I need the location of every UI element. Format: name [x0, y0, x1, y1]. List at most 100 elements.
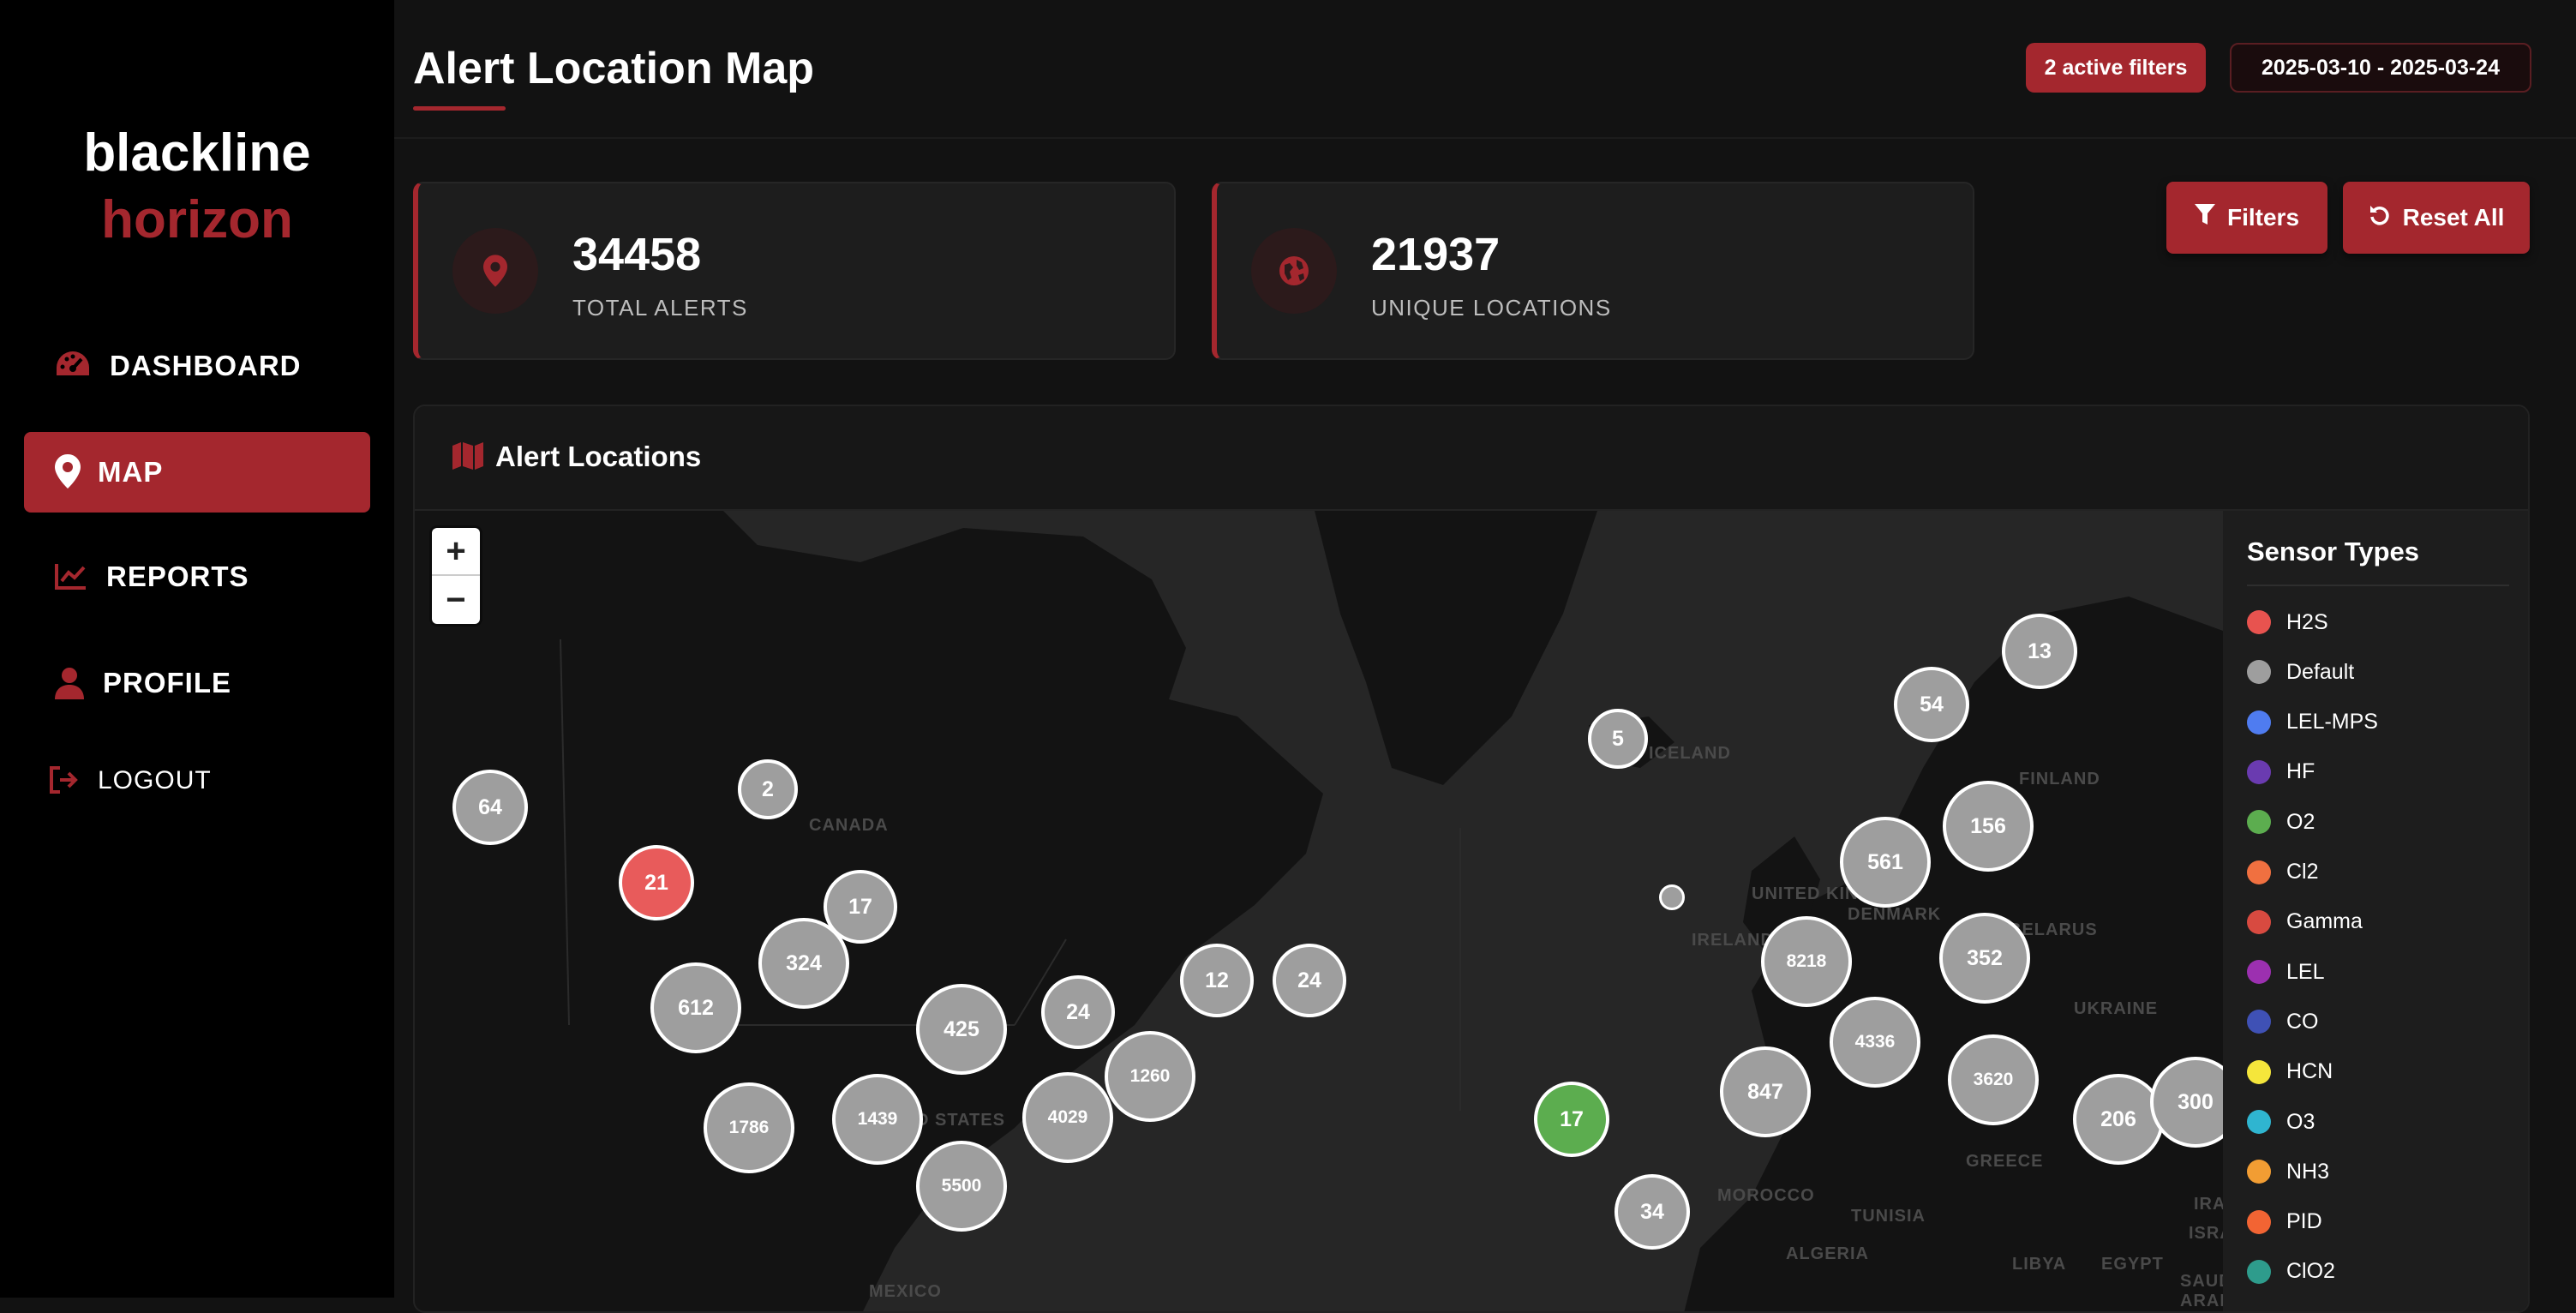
map-cluster-marker[interactable]: 12	[1180, 944, 1254, 1017]
nav-map[interactable]: MAP	[24, 432, 370, 513]
zoom-out-button[interactable]: −	[432, 576, 480, 624]
globe-icon	[1251, 228, 1337, 314]
legend-color-dot	[2247, 810, 2271, 835]
legend-color-dot	[2247, 909, 2271, 934]
map-cluster-marker[interactable]: 2	[738, 759, 798, 819]
map-cluster-marker[interactable]: 24	[1041, 975, 1115, 1049]
zoom-in-button[interactable]: +	[432, 528, 480, 576]
map-cluster-marker[interactable]: 847	[1720, 1046, 1811, 1137]
alert-map[interactable]: + − CANADA UNITED STATES MEXICO DENMARK UNIT…	[415, 511, 2223, 1311]
legend-item-label: LEL	[2286, 959, 2325, 984]
map-cluster-marker[interactable]: 425	[916, 984, 1007, 1075]
map-cluster-marker[interactable]: 54	[1894, 667, 1969, 742]
map-cluster-marker[interactable]: 1439	[832, 1074, 923, 1165]
legend-item: HCN	[2247, 1055, 2333, 1089]
map-cluster-marker[interactable]: 3620	[1948, 1034, 2039, 1125]
map-cluster-marker[interactable]: 1260	[1105, 1031, 1195, 1122]
legend-item-label: NH3	[2286, 1159, 2330, 1184]
map-country-label: SAUDI ARABIA	[2180, 1272, 2223, 1310]
map-point-marker[interactable]	[1659, 884, 1685, 910]
header-divider	[394, 137, 2576, 139]
sensor-types-legend: Sensor Types H2S Default LEL-MPS HF O2 Cl2 Gam…	[2223, 511, 2528, 1311]
map-cluster-marker[interactable]: 5500	[916, 1141, 1007, 1232]
map-country-label: DENMARK	[1848, 905, 1942, 924]
nav-profile[interactable]: PROFILE	[24, 643, 370, 723]
reset-all-button[interactable]: Reset All	[2343, 182, 2530, 254]
sidebar: blackline horizon DASHBOARD MAP REPORTS …	[0, 0, 394, 1298]
map-country-label: TUNISIA	[1851, 1207, 1926, 1226]
map-cluster-marker[interactable]: 8218	[1761, 916, 1852, 1007]
map-cluster-marker[interactable]: 4336	[1830, 997, 1920, 1088]
map-country-label: LIBYA	[2012, 1255, 2067, 1274]
legend-item-label: Default	[2286, 659, 2355, 684]
map-country-label: IRAQ	[2194, 1195, 2223, 1214]
map-country-label: GREECE	[1966, 1152, 2044, 1171]
legend-color-dot	[2247, 759, 2271, 784]
nav-reports-label: REPORTS	[106, 561, 249, 592]
nav-dashboard-label: DASHBOARD	[110, 350, 302, 381]
map-cluster-marker[interactable]: 1786	[704, 1082, 794, 1173]
line-chart-icon	[55, 562, 87, 590]
legend-color-dot	[2247, 610, 2271, 634]
legend-color-dot	[2247, 1059, 2271, 1084]
map-country-label: ICELAND	[1649, 744, 1731, 763]
map-cluster-marker[interactable]: 156	[1943, 781, 2034, 872]
folded-map-icon	[452, 442, 483, 474]
nav-reports[interactable]: REPORTS	[24, 537, 370, 617]
map-cluster-marker[interactable]: 206	[2073, 1074, 2164, 1165]
date-range-badge[interactable]: 2025-03-10 - 2025-03-24	[2230, 43, 2531, 93]
panel-header: Alert Locations	[415, 406, 2528, 511]
legend-color-dot	[2247, 1209, 2271, 1234]
filters-button-label: Filters	[2226, 204, 2300, 231]
map-cluster-marker[interactable]: 4029	[1022, 1072, 1113, 1163]
map-country-label: EGYPT	[2101, 1255, 2164, 1274]
filters-button[interactable]: Filters	[2166, 182, 2327, 254]
map-country-label: MOROCCO	[1717, 1186, 1815, 1205]
nav-map-label: MAP	[98, 456, 164, 488]
unique-locations-card: 21937 UNIQUE LOCATIONS	[1212, 182, 1974, 360]
map-country-label: CANADA	[809, 816, 889, 835]
legend-item-label: Cl2	[2286, 860, 2319, 884]
map-cluster-marker[interactable]: 24	[1273, 944, 1346, 1017]
map-country-label: ALGERIA	[1786, 1244, 1869, 1263]
map-cluster-marker[interactable]: 21	[619, 845, 694, 920]
map-cluster-marker[interactable]: 324	[758, 918, 849, 1009]
legend-item: Gamma	[2247, 905, 2363, 939]
legend-item: H2S	[2247, 605, 2328, 639]
alert-locations-panel: Alert Locations + − CANADA UNITED STATES M…	[413, 405, 2530, 1313]
legend-item-label: O3	[2286, 1109, 2315, 1134]
page-title: Alert Location Map	[413, 44, 815, 93]
legend-item-label: O2	[2286, 809, 2315, 834]
reset-all-label: Reset All	[2402, 204, 2505, 231]
legend-color-dot	[2247, 710, 2271, 734]
panel-title: Alert Locations	[495, 441, 702, 472]
legend-item-label: H2S	[2286, 609, 2328, 634]
legend-color-dot	[2247, 1259, 2271, 1284]
legend-color-dot	[2247, 1010, 2271, 1034]
map-cluster-marker[interactable]: 13	[2002, 614, 2077, 689]
nav-dashboard[interactable]: DASHBOARD	[24, 326, 370, 406]
legend-color-dot	[2247, 960, 2271, 985]
total-alerts-card: 34458 TOTAL ALERTS	[413, 182, 1176, 360]
legend-item-label: LEL-MPS	[2286, 710, 2378, 734]
map-cluster-marker[interactable]: 352	[1939, 913, 2030, 1004]
active-filters-badge[interactable]: 2 active filters	[2026, 43, 2206, 93]
map-cluster-marker[interactable]: 612	[650, 962, 741, 1053]
map-country-label: UKRAINE	[2074, 999, 2159, 1018]
legend-item: NH3	[2247, 1154, 2329, 1189]
unique-locations-value: 21937	[1371, 229, 1501, 280]
map-country-label: FINLAND	[2019, 770, 2100, 788]
map-country-label: IRELAND	[1692, 931, 1774, 950]
total-alerts-label: TOTAL ALERTS	[572, 295, 748, 321]
map-cluster-marker[interactable]: 5	[1588, 709, 1648, 769]
nav-logout[interactable]: LOGOUT	[24, 740, 370, 821]
legend-item: HF	[2247, 755, 2315, 789]
map-country-label: ISRAEL	[2189, 1224, 2223, 1243]
speedometer-icon	[55, 350, 91, 381]
brand-logo-line2: horizon	[101, 190, 293, 249]
legend-color-dot	[2247, 860, 2271, 884]
map-cluster-marker[interactable]: 34	[1614, 1174, 1690, 1250]
map-cluster-marker[interactable]: 17	[1534, 1082, 1609, 1157]
map-cluster-marker[interactable]: 561	[1840, 817, 1931, 908]
map-cluster-marker[interactable]: 64	[452, 770, 528, 845]
